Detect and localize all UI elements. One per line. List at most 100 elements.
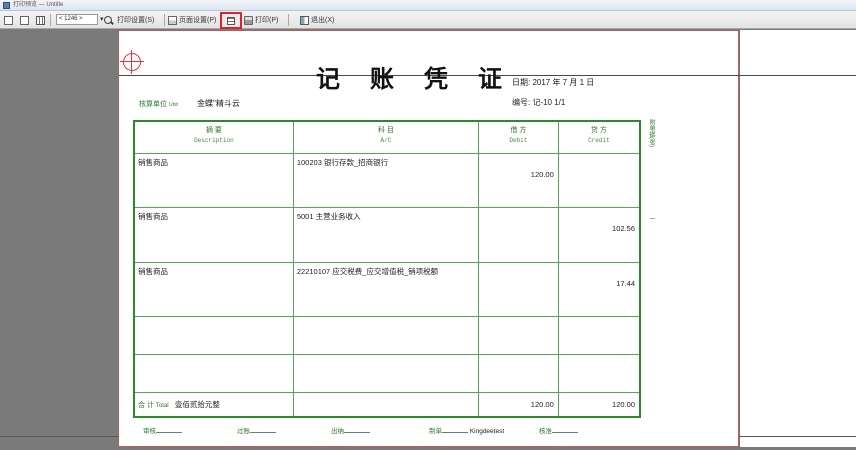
header-description: 摘 要 Description [133, 120, 294, 154]
row-debit [478, 316, 559, 355]
footer-posted: 过账 [237, 425, 276, 435]
row-debit [478, 207, 559, 263]
row-account: 5001 主营业务收入 [292, 207, 480, 263]
zoom-icon [104, 15, 113, 25]
window-title: 打印预览 — Untitle [13, 2, 64, 8]
attachments-label: 附单据(张) [648, 119, 654, 147]
footer-preparer-label: 制单 [429, 428, 442, 435]
header-cn: 摘 要 [205, 127, 222, 134]
page-setup-button[interactable]: 页面设置(P) [168, 14, 216, 26]
layout-icon [227, 16, 235, 25]
total-credit: 120.00 [557, 391, 641, 418]
page-first-icon [20, 15, 29, 25]
table-row [133, 353, 641, 393]
header-account: 科 目 A/C [292, 120, 480, 154]
toolbar-separator [50, 14, 51, 26]
total-row: 合 计 Total 壹佰贰拾元整 120.00 120.00 [133, 391, 641, 418]
row-credit [557, 353, 641, 393]
row-description: 销售商品 [133, 152, 294, 209]
grid-view-button[interactable] [36, 14, 47, 26]
print-settings-button[interactable]: 打印设置(S) [117, 14, 154, 26]
unit-label: 核算单位 Unit [139, 99, 178, 109]
unit-label-cn: 核算单位 [139, 101, 167, 108]
printer-icon [244, 15, 253, 25]
row-credit: 102.56 [557, 207, 641, 263]
row-account: 22210107 应交税费_应交增值税_销项税额 [292, 261, 480, 318]
unit-label-en: Unit [168, 102, 178, 108]
zoom-dropdown-arrow[interactable]: ▾ [100, 14, 104, 25]
row-credit [557, 316, 641, 355]
header-debit: 借 方 Debit [478, 120, 559, 154]
signature-line [156, 432, 182, 433]
total-label-cn: 合 计 [138, 401, 154, 409]
toolbar-separator [164, 14, 165, 26]
voucher-date: 日期: 2017 年 7 月 1 日 [512, 78, 595, 87]
print-settings-label: 打印设置(S) [117, 17, 155, 24]
toolbar-separator [288, 14, 289, 26]
signature-line [442, 432, 468, 433]
table-row [133, 316, 641, 355]
total-debit: 120.00 [478, 391, 559, 418]
row-credit [557, 152, 641, 209]
crosshair-icon [120, 50, 144, 74]
exit-icon [300, 15, 309, 25]
table-row: 销售商品 100203 银行存款_招商银行 120.00 [133, 152, 641, 209]
voucher-table: 摘 要 Description 科 目 A/C 借 方 Debit 贷 方 Credit… [133, 120, 641, 418]
exit-label: 退出(X) [311, 17, 335, 24]
table-row: 销售商品 5001 主营业务收入 102.56 [133, 207, 641, 263]
toolbar: < 1246 > ▾ 打印设置(S) 页面设置(P) 打印(P) 退出(X) [0, 11, 856, 29]
page-setup-icon [168, 15, 177, 25]
row-description [133, 353, 294, 393]
header-credit: 贷 方 Credit [557, 120, 641, 154]
header-cn: 贷 方 [590, 127, 607, 134]
header-en: Description [194, 137, 234, 144]
grid-icon [36, 15, 45, 25]
row-account [292, 316, 480, 355]
row-description: 销售商品 [133, 207, 294, 263]
row-debit [478, 353, 559, 393]
exit-button[interactable]: 退出(X) [300, 14, 334, 26]
row-credit: 17.44 [557, 261, 641, 318]
zoom-button[interactable] [104, 14, 115, 26]
unit-value: 金蝶"精斗云 [197, 99, 240, 108]
footer-preparer-value: Kingdeetest [469, 428, 505, 435]
voucher-number: 编号: 记-10 1/1 [512, 98, 566, 107]
signature-line [250, 432, 276, 433]
header-en: A/C [380, 137, 392, 144]
footer-approver: 核准 [539, 425, 578, 435]
print-label: 打印(P) [255, 17, 279, 24]
layout-button-highlighted[interactable] [220, 12, 242, 29]
single-page-button[interactable] [4, 14, 15, 26]
header-cn: 借 方 [510, 127, 527, 134]
table-row: 销售商品 22210107 应交税费_应交增值税_销项税额 17.44 [133, 261, 641, 318]
header-en: Debit [509, 137, 528, 144]
header-en: Credit [588, 137, 610, 144]
footer-cashier-label: 出纳 [331, 428, 344, 435]
row-debit [478, 261, 559, 318]
signature-line [344, 432, 370, 433]
page-setup-label: 页面设置(P) [179, 17, 217, 24]
print-button[interactable]: 打印(P) [244, 14, 278, 26]
table-header-row: 摘 要 Description 科 目 A/C 借 方 Debit 贷 方 Credit [133, 120, 641, 154]
zoom-select[interactable]: < 1246 > [56, 14, 98, 25]
window-titlebar: 打印预览 — Untitle [0, 0, 856, 11]
row-description [133, 316, 294, 355]
print-preview-page: 记 账 凭 证 日期: 2017 年 7 月 1 日 核算单位 Unit 金蝶"… [118, 30, 856, 447]
page-icon [4, 15, 13, 25]
total-label: 合 计 Total [138, 402, 169, 409]
first-page-button[interactable] [20, 14, 31, 26]
row-account [292, 353, 480, 393]
total-label-cell: 合 计 Total 壹佰贰拾元整 [133, 391, 294, 418]
total-spacer [292, 391, 480, 418]
voucher-title: 记 账 凭 证 [316, 67, 514, 93]
total-label-en: Total [155, 402, 169, 409]
app-icon [3, 2, 10, 9]
row-debit: 120.00 [478, 152, 559, 209]
signature-line [552, 432, 578, 433]
footer-preparer: 制单 Kingdeetest [429, 425, 504, 435]
footer-reviewer: 审核 [143, 425, 182, 435]
footer-posted-label: 过账 [237, 428, 250, 435]
row-account: 100203 银行存款_招商银行 [292, 152, 480, 209]
header-cn: 科 目 [377, 127, 394, 134]
row-description: 销售商品 [133, 261, 294, 318]
